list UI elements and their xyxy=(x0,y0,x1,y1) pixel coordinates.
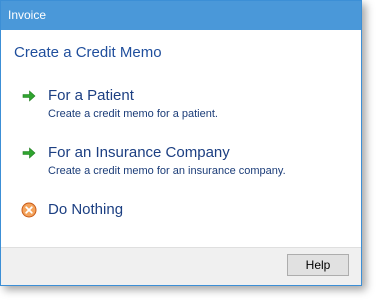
dialog-footer: Help xyxy=(1,247,361,285)
command-link-insurance[interactable]: For an Insurance Company Create a credit… xyxy=(21,144,341,182)
dialog-heading: Create a Credit Memo xyxy=(14,44,162,61)
cancel-icon xyxy=(21,202,37,218)
green-arrow-icon xyxy=(22,147,36,159)
window-title: Invoice xyxy=(8,8,47,22)
command-label: For a Patient xyxy=(48,87,134,104)
command-link-do-nothing[interactable]: Do Nothing xyxy=(21,201,341,223)
invoice-dialog: Invoice Create a Credit Memo For a Patie… xyxy=(0,0,362,286)
command-label: For an Insurance Company xyxy=(48,144,230,161)
help-button[interactable]: Help xyxy=(287,254,349,276)
command-link-patient[interactable]: For a Patient Create a credit memo for a… xyxy=(21,87,341,125)
command-description: Create a credit memo for a patient. xyxy=(48,108,218,120)
green-arrow-icon xyxy=(22,90,36,102)
title-bar[interactable]: Invoice xyxy=(1,1,361,30)
command-label: Do Nothing xyxy=(48,201,124,218)
command-description: Create a credit memo for an insurance co… xyxy=(48,165,286,177)
